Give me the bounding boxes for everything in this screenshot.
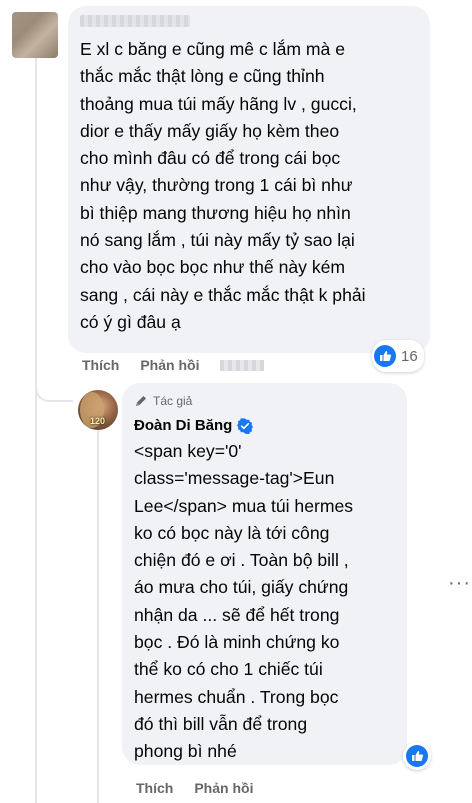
comment-reactions[interactable]: 16 [372, 340, 424, 372]
reply-thread-line [97, 428, 99, 803]
author-name-row: Đoàn Di Băng [134, 417, 254, 434]
author-name[interactable]: Đoàn Di Băng [134, 417, 232, 434]
like-button[interactable]: Thích [136, 780, 173, 796]
reply-bubble: Tác giả Đoàn Di Băng <span key='0' class… [122, 383, 407, 765]
comment-text: E xl c băng e cũng mê c lắm mà e thắc mắ… [80, 39, 366, 332]
like-button[interactable]: Thích [82, 357, 119, 373]
more-options-icon[interactable]: ··· [448, 572, 471, 595]
pen-icon [136, 396, 146, 406]
thread-line [35, 58, 37, 803]
thread-connector [35, 360, 73, 402]
reply-button[interactable]: Phản hồi [140, 357, 199, 373]
reply-button[interactable]: Phản hồi [194, 780, 253, 796]
reaction-count: 16 [401, 347, 418, 365]
commenter-name-redacted[interactable] [80, 15, 190, 27]
author-tag: Tác giả [153, 394, 193, 408]
comment-actions: Thích Phản hồi [82, 357, 265, 373]
reply-reactions[interactable] [403, 742, 431, 770]
reply-actions: Thích Phản hồi [136, 780, 274, 796]
timestamp-redacted[interactable] [220, 359, 265, 371]
author-avatar[interactable]: 120 [78, 390, 118, 430]
comment-bubble: E xl c băng e cũng mê c lắm mà e thắc mắ… [68, 6, 430, 353]
verified-badge-icon [237, 417, 254, 434]
reply-text: <span key='0' class='message-tag'>Eun Le… [134, 441, 354, 762]
avatar-badge: 120 [90, 416, 106, 426]
author-tag-row: Tác giả [134, 394, 192, 408]
commenter-avatar[interactable] [12, 12, 58, 58]
like-icon [374, 345, 396, 367]
like-icon [406, 745, 428, 767]
